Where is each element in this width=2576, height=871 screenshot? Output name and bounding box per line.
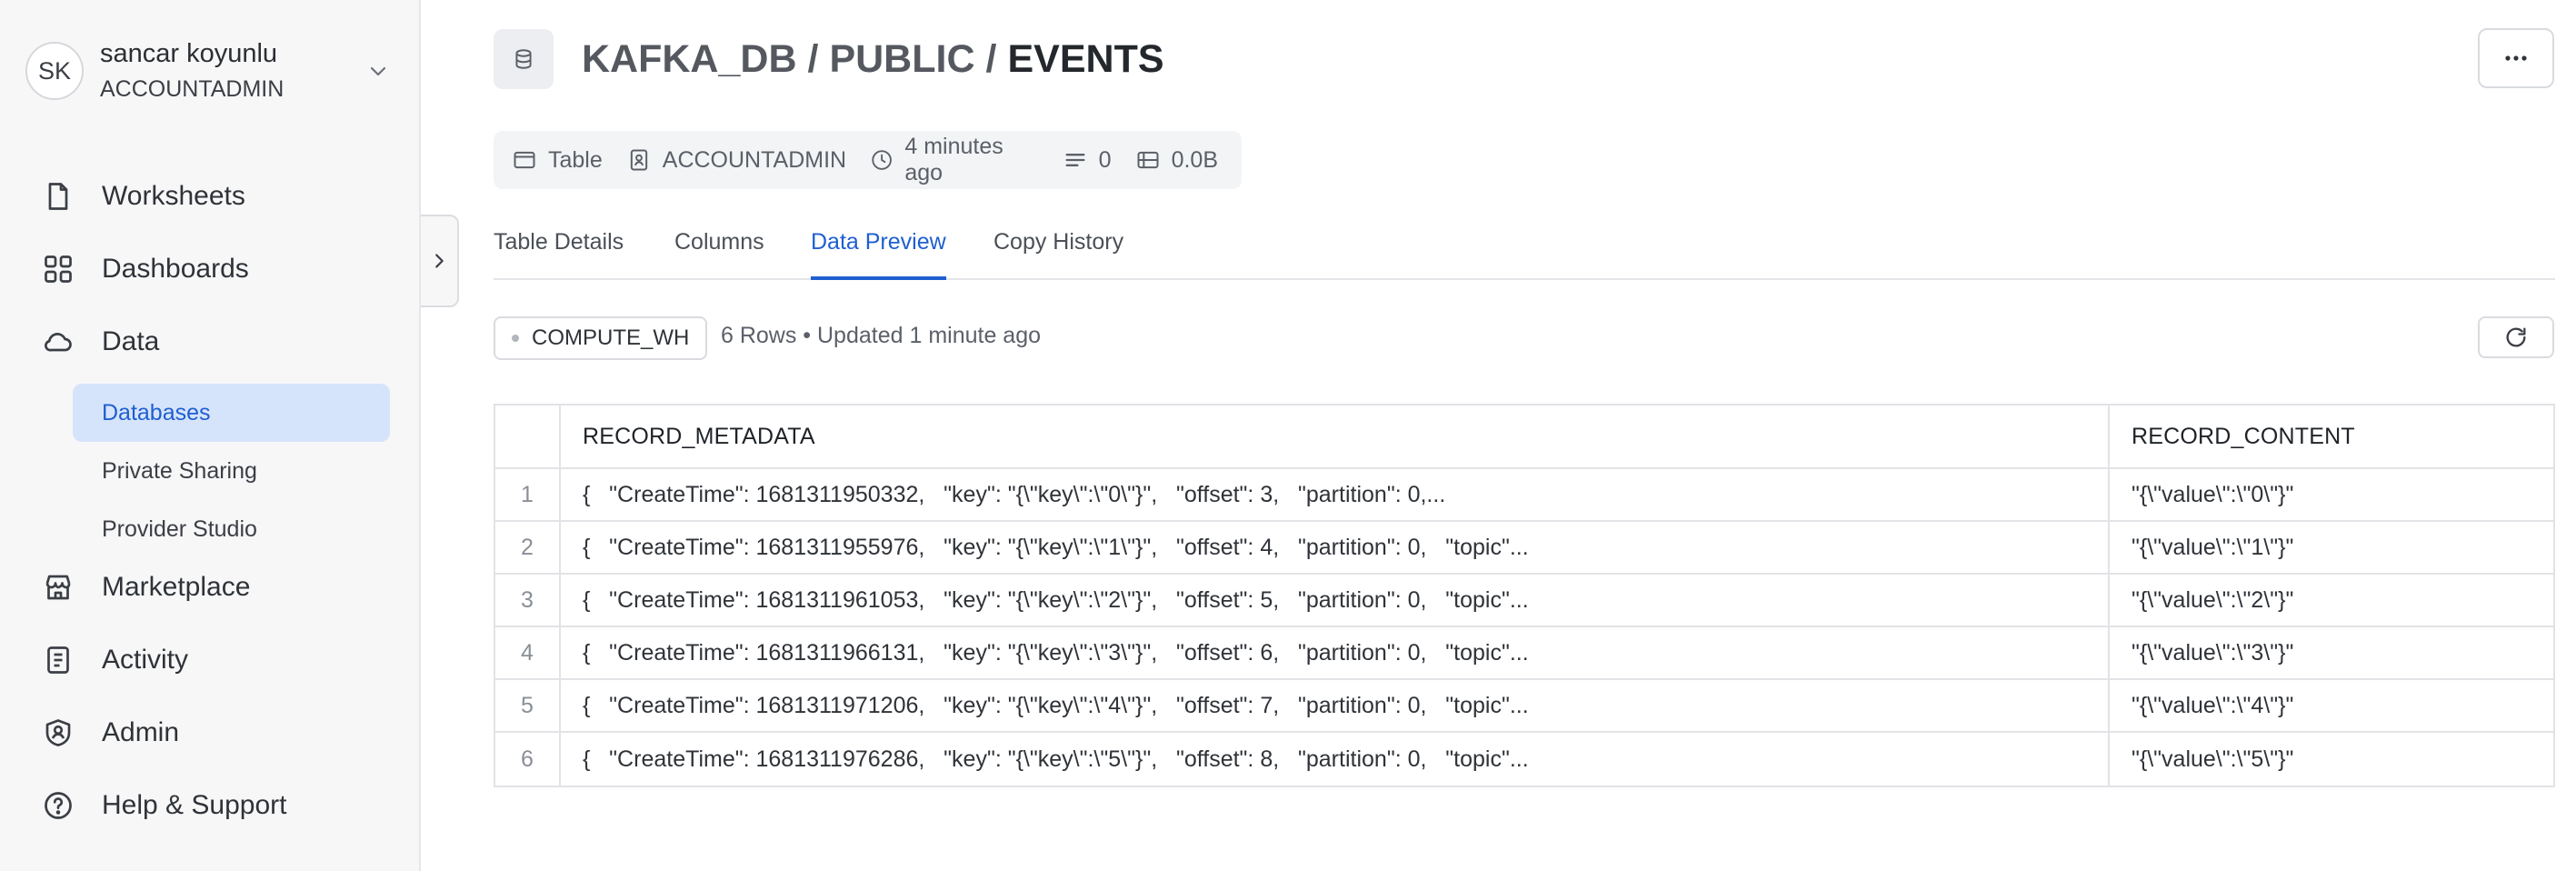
- cloud-icon: [40, 324, 76, 360]
- chevron-down-icon[interactable]: [367, 60, 389, 82]
- tab-columns[interactable]: Columns: [674, 229, 764, 280]
- breadcrumb: KAFKA_DB / PUBLIC / EVENTS: [582, 35, 1164, 84]
- record-content-cell[interactable]: "{\"value\":\"3\"}": [2110, 627, 2553, 678]
- grid-icon: [40, 251, 76, 287]
- table-row[interactable]: 4 { "CreateTime": 1681311966131, "key": …: [495, 627, 2553, 680]
- table-row[interactable]: 2 { "CreateTime": 1681311955976, "key": …: [495, 522, 2553, 575]
- chevron-right-icon: [435, 254, 444, 268]
- sidebar-collapse-button[interactable]: [421, 215, 459, 307]
- shield-icon: [40, 715, 76, 751]
- page-title: EVENTS: [1007, 36, 1164, 81]
- meta-created: 4 minutes ago: [870, 134, 1039, 186]
- nav-marketplace[interactable]: Marketplace: [40, 564, 250, 611]
- nav-provider-studio[interactable]: Provider Studio: [73, 500, 390, 558]
- breadcrumb-database[interactable]: KAFKA_DB: [582, 37, 797, 82]
- table-metadata-bar: Table ACCOUNTADMIN 4 minutes ago 0 0.0B: [494, 131, 1242, 189]
- row-number: 3: [495, 575, 561, 626]
- user-name: sancar koyunlu: [100, 39, 278, 68]
- refresh-button[interactable]: [2478, 316, 2554, 358]
- sidebar: SK sancar koyunlu ACCOUNTADMIN Worksheet…: [0, 0, 421, 871]
- table-row[interactable]: 1 { "CreateTime": 1681311950332, "key": …: [495, 469, 2553, 522]
- storage-icon: [1137, 151, 1159, 169]
- tab-data-preview[interactable]: Data Preview: [811, 229, 946, 280]
- record-content-cell[interactable]: "{\"value\":\"0\"}": [2110, 469, 2553, 520]
- user-menu[interactable]: SK sancar koyunlu ACCOUNTADMIN: [25, 35, 398, 107]
- table-row[interactable]: 3 { "CreateTime": 1681311961053, "key": …: [495, 575, 2553, 627]
- column-header[interactable]: RECORD_METADATA: [561, 405, 2110, 467]
- avatar[interactable]: SK: [25, 42, 84, 100]
- breadcrumb-separator: /: [985, 36, 997, 81]
- record-content-cell[interactable]: "{\"value\":\"2\"}": [2110, 575, 2553, 626]
- more-options-button[interactable]: [2478, 28, 2554, 88]
- nav-help-support[interactable]: Help & Support: [40, 782, 286, 829]
- breadcrumb-separator: /: [807, 36, 819, 81]
- user-role: ACCOUNTADMIN: [100, 76, 285, 102]
- record-content-cell[interactable]: "{\"value\":\"1\"}": [2110, 522, 2553, 573]
- rows-icon: [1065, 154, 1085, 166]
- owner-role-icon: [630, 149, 647, 171]
- meta-type: Table: [512, 147, 603, 174]
- ellipsis-icon: [2505, 55, 2527, 61]
- document-icon: [40, 178, 76, 215]
- record-content-cell[interactable]: "{\"value\":\"4\"}": [2110, 680, 2553, 731]
- meta-size: 0.0B: [1135, 147, 1218, 174]
- refresh-icon: [2506, 327, 2526, 347]
- record-metadata-cell[interactable]: { "CreateTime": 1681311955976, "key": "{…: [561, 522, 2110, 573]
- nav-dashboards[interactable]: Dashboards: [40, 245, 249, 293]
- store-icon: [40, 569, 76, 606]
- table-header-row: RECORD_METADATA RECORD_CONTENT: [495, 405, 2553, 469]
- nav-databases[interactable]: Databases: [73, 384, 390, 442]
- row-number: 4: [495, 627, 561, 678]
- rows-info: 6 Rows • Updated 1 minute ago: [721, 323, 1042, 348]
- help-icon: [40, 787, 76, 824]
- tab-bar: Table Details Columns Data Preview Copy …: [494, 218, 2555, 280]
- row-number: 1: [495, 469, 561, 520]
- table-row[interactable]: 6 { "CreateTime": 1681311976286, "key": …: [495, 733, 2553, 786]
- nav-admin[interactable]: Admin: [40, 709, 179, 756]
- record-metadata-cell[interactable]: { "CreateTime": 1681311950332, "key": "{…: [561, 469, 2110, 520]
- activity-icon: [40, 642, 76, 678]
- record-content-cell[interactable]: "{\"value\":\"5\"}": [2110, 733, 2553, 786]
- row-number: 2: [495, 522, 561, 573]
- record-metadata-cell[interactable]: { "CreateTime": 1681311976286, "key": "{…: [561, 733, 2110, 786]
- meta-owner: ACCOUNTADMIN: [626, 147, 846, 174]
- status-dot: [512, 335, 519, 342]
- table-row[interactable]: 5 { "CreateTime": 1681311971206, "key": …: [495, 680, 2553, 733]
- record-metadata-cell[interactable]: { "CreateTime": 1681311961053, "key": "{…: [561, 575, 2110, 626]
- nav-data[interactable]: Data: [40, 318, 159, 365]
- row-number: 6: [495, 733, 561, 786]
- record-metadata-cell[interactable]: { "CreateTime": 1681311966131, "key": "{…: [561, 627, 2110, 678]
- column-header[interactable]: RECORD_CONTENT: [2110, 405, 2553, 467]
- record-metadata-cell[interactable]: { "CreateTime": 1681311971206, "key": "{…: [561, 680, 2110, 731]
- nav-activity[interactable]: Activity: [40, 636, 188, 684]
- tab-table-details[interactable]: Table Details: [494, 229, 624, 280]
- tab-copy-history[interactable]: Copy History: [993, 229, 1123, 280]
- nav-worksheets[interactable]: Worksheets: [40, 173, 245, 220]
- table-icon: [514, 151, 535, 169]
- data-preview-table: RECORD_METADATA RECORD_CONTENT 1 { "Crea…: [494, 404, 2555, 787]
- database-icon: [494, 29, 554, 89]
- meta-rows: 0: [1063, 147, 1112, 174]
- warehouse-selector[interactable]: COMPUTE_WH: [494, 316, 707, 360]
- row-number-header: [495, 405, 561, 467]
- nav-private-sharing[interactable]: Private Sharing: [73, 442, 390, 500]
- row-number: 5: [495, 680, 561, 731]
- clock-icon: [872, 150, 892, 170]
- breadcrumb-schema[interactable]: PUBLIC: [829, 37, 974, 82]
